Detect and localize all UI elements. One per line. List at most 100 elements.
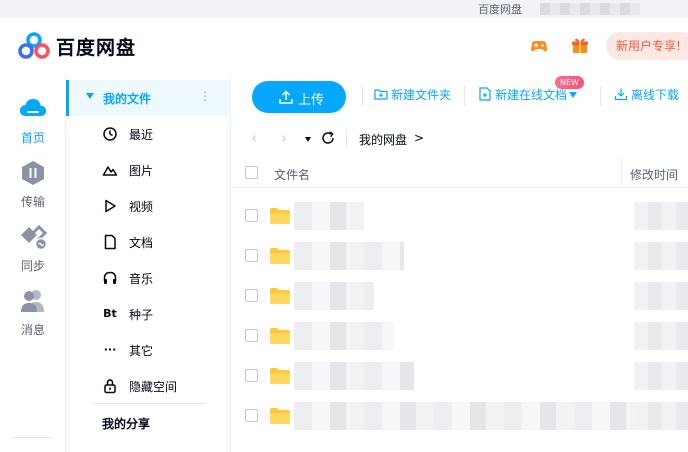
row-checkbox[interactable] (245, 289, 258, 302)
people-icon (21, 290, 44, 312)
file-name-redacted (294, 282, 374, 310)
sidebar-item-torrents[interactable]: Bt 种子 (66, 296, 231, 332)
column-resize-handle[interactable] (621, 158, 622, 188)
file-row[interactable] (232, 396, 688, 436)
headphones-icon (103, 271, 117, 284)
sidebar: 我的文件 ⋮ 最近 图片 视频 文档 音乐 Bt 种子 ··· 其它 隐藏空间 … (66, 74, 231, 452)
new-online-doc-label: 新建在线文档 (495, 88, 568, 102)
upload-icon (279, 90, 293, 104)
sidebar-item-label: 其它 (129, 344, 154, 358)
new-folder-button[interactable]: 新建文件夹 (374, 86, 451, 106)
sidebar-item-label: 隐藏空间 (129, 380, 178, 394)
sidebar-item-my-files[interactable]: 我的文件 ⋮ (66, 80, 231, 116)
cloud-icon (20, 99, 46, 116)
file-browser: 上传 新建文件夹 新建在线文档 NEW 离线下载 ‹ › 我的网盘 > 文件名 … (232, 74, 688, 452)
file-row[interactable] (232, 276, 688, 316)
modified-time-redacted (634, 322, 688, 350)
toolbar-divider (600, 86, 601, 106)
rail-item-transfer[interactable]: 传输 (0, 158, 66, 210)
transfer-icon (22, 161, 44, 185)
lock-icon (104, 379, 116, 394)
upload-button[interactable]: 上传 (252, 81, 346, 113)
rail-item-messages[interactable]: 消息 (0, 286, 66, 338)
folder-icon (270, 328, 290, 344)
back-arrow-icon[interactable]: ‹ (246, 130, 262, 146)
new-doc-icon (479, 87, 491, 101)
folder-icon (270, 208, 290, 224)
sidebar-item-label: 种子 (129, 308, 154, 322)
sidebar-item-images[interactable]: 图片 (66, 152, 231, 188)
row-checkbox[interactable] (245, 209, 258, 222)
new-folder-icon (374, 89, 388, 100)
my-files-label: 我的文件 (103, 92, 152, 106)
row-checkbox[interactable] (245, 329, 258, 342)
file-row[interactable] (232, 196, 688, 236)
row-checkbox[interactable] (245, 249, 258, 262)
file-row[interactable] (232, 236, 688, 276)
folder-icon (270, 408, 290, 424)
new-online-doc-button[interactable]: 新建在线文档 (478, 86, 578, 106)
modified-time-redacted (634, 242, 688, 270)
sidebar-divider (92, 403, 206, 404)
sidebar-item-label: 文档 (129, 236, 154, 250)
sidebar-item-documents[interactable]: 文档 (66, 224, 231, 260)
expand-caret-icon[interactable] (86, 93, 94, 99)
select-all-checkbox[interactable] (245, 166, 258, 179)
sidebar-item-label: 音乐 (129, 272, 154, 286)
modified-time-redacted (634, 402, 688, 430)
rail-item-label: 首页 (20, 131, 45, 145)
play-icon (105, 199, 116, 213)
rail-item-label: 同步 (20, 259, 45, 273)
brand-name: 百度网盘 (56, 37, 137, 59)
dropdown-caret-icon[interactable] (569, 92, 578, 98)
file-row[interactable] (232, 356, 688, 396)
offline-download-label: 离线下载 (631, 88, 680, 102)
file-table-header: 文件名 修改时间 (232, 158, 688, 188)
modified-time-redacted (634, 282, 688, 310)
folder-icon (270, 368, 290, 384)
offline-download-button[interactable]: 离线下载 (614, 86, 679, 106)
rail-item-home[interactable]: 首页 (0, 94, 66, 146)
new-user-promo-button[interactable]: 新用户专享! (606, 32, 688, 60)
mountain-icon (102, 166, 118, 176)
gift-icon[interactable] (570, 36, 590, 56)
bt-icon: Bt (103, 307, 117, 320)
forward-arrow-icon[interactable]: › (276, 130, 292, 146)
column-header-name[interactable]: 文件名 (274, 166, 310, 183)
folder-icon (270, 248, 290, 264)
more-dots-icon: ··· (103, 343, 117, 356)
upload-label: 上传 (298, 92, 325, 107)
file-name-redacted (294, 242, 404, 270)
sidebar-item-videos[interactable]: 视频 (66, 188, 231, 224)
file-name-redacted (294, 362, 414, 390)
sidebar-item-others[interactable]: ··· 其它 (66, 332, 231, 368)
game-icon[interactable] (529, 36, 549, 56)
file-name-redacted (294, 322, 394, 350)
sidebar-item-music[interactable]: 音乐 (66, 260, 231, 296)
window-title: 百度网盘 (478, 3, 522, 16)
download-icon (614, 88, 628, 101)
sidebar-item-recent[interactable]: 最近 (66, 116, 231, 152)
app-header: 百度网盘 新用户专享! (0, 18, 688, 74)
window-titlebar: 百度网盘 (0, 0, 688, 18)
breadcrumb[interactable]: 我的网盘 (359, 131, 407, 148)
clock-icon (103, 127, 117, 141)
refresh-icon[interactable] (320, 130, 336, 146)
rail-item-sync[interactable]: 同步 (0, 222, 66, 274)
modified-time-redacted (634, 362, 688, 390)
left-rail: 首页 传输 同步 消息 (0, 74, 66, 452)
row-checkbox[interactable] (245, 369, 258, 382)
rail-item-label: 传输 (20, 195, 45, 209)
vertical-more-icon[interactable]: ⋮ (199, 89, 211, 103)
navigation-bar: ‹ › 我的网盘 > (232, 122, 688, 156)
column-header-modified[interactable]: 修改时间 (630, 166, 678, 183)
new-folder-label: 新建文件夹 (391, 88, 452, 102)
row-checkbox[interactable] (245, 409, 258, 422)
history-dropdown-icon[interactable] (305, 137, 311, 142)
sidebar-item-hidden-space[interactable]: 隐藏空间 (66, 368, 231, 404)
sidebar-item-my-share[interactable]: 我的分享 (102, 415, 150, 432)
file-row[interactable] (232, 316, 688, 356)
rail-divider (12, 437, 52, 438)
sidebar-item-label: 视频 (129, 200, 154, 214)
toolbar-divider (464, 86, 465, 106)
